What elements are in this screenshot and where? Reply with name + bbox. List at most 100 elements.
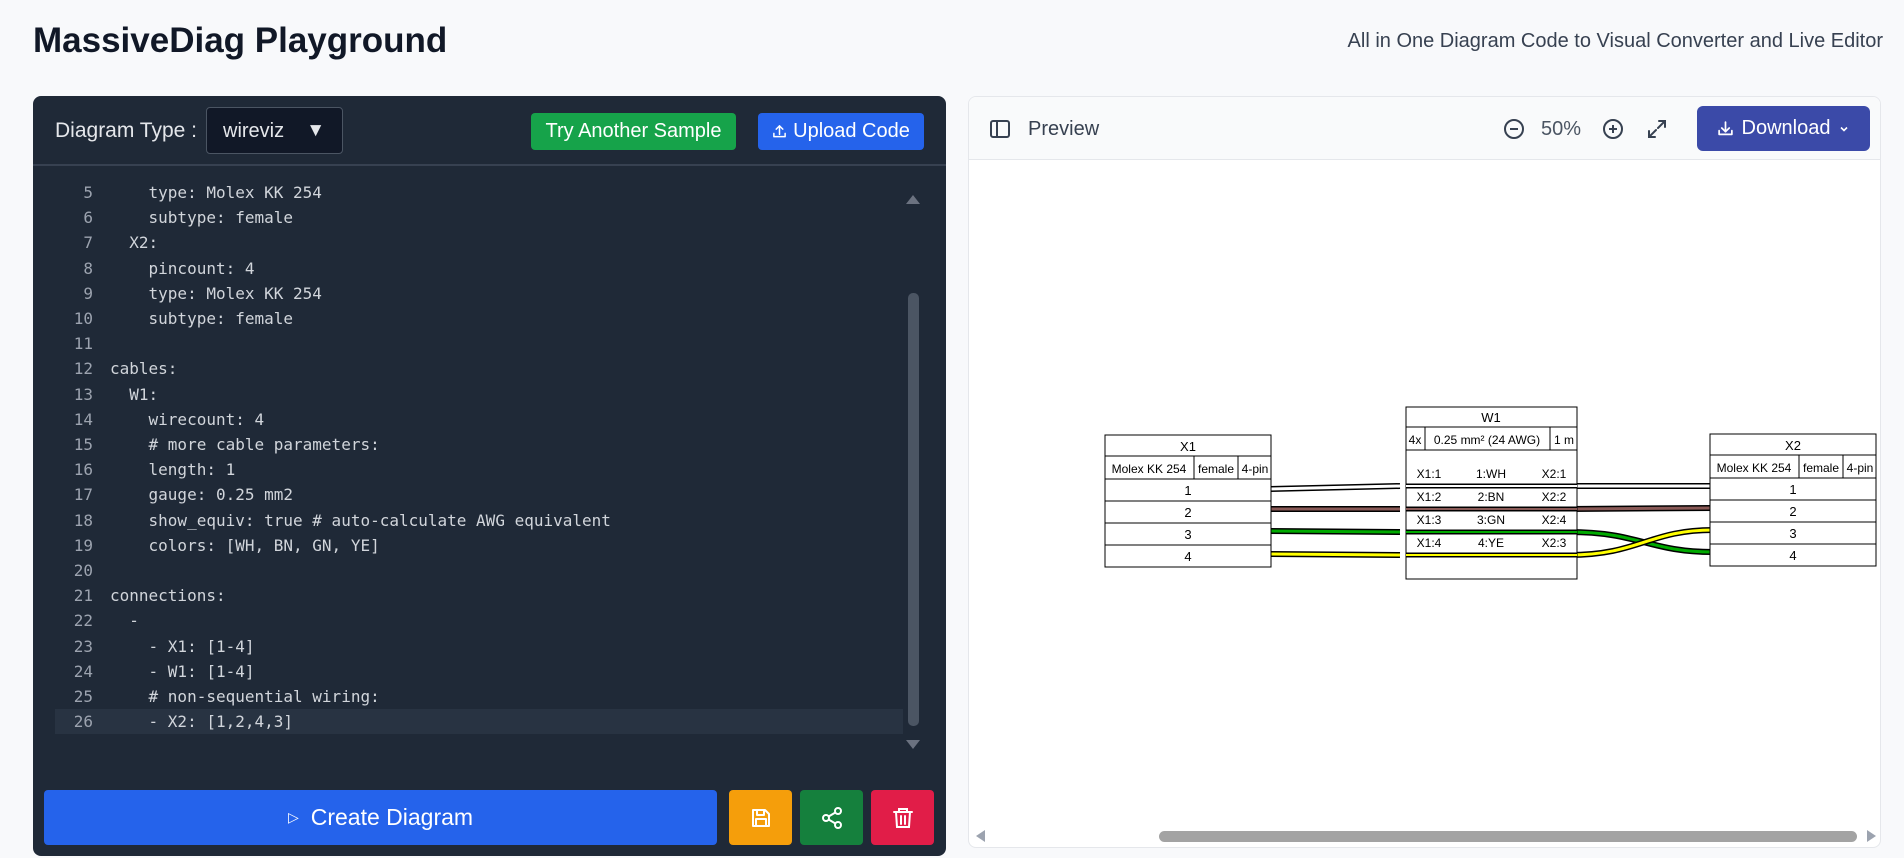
code-line: 17 gauge: 0.25 mm2: [55, 482, 903, 507]
w1-length: 1 m: [1554, 433, 1574, 447]
w1-name: W1: [1481, 410, 1501, 425]
zoom-out-icon[interactable]: [1502, 117, 1526, 141]
zoom-level: 50%: [1541, 118, 1582, 140]
save-button[interactable]: [729, 790, 792, 845]
w1-wire-1-to: X2:1: [1542, 467, 1567, 481]
code-text: # more cable parameters:: [110, 435, 380, 454]
code-editor[interactable]: 5 type: Molex KK 254 6 subtype: female 7 X…: [55, 178, 925, 755]
line-number: 21: [73, 586, 93, 605]
chevron-down-icon: [1840, 126, 1849, 132]
download-button[interactable]: Download: [1697, 106, 1870, 151]
code-text: gauge: 0.25 mm2: [110, 485, 294, 504]
code-text: pincount: 4: [110, 259, 255, 278]
connector-x1: [1104, 434, 1272, 568]
code-line: 13 W1:: [55, 382, 903, 407]
share-icon: [821, 806, 842, 829]
upload-code-label: Upload Code: [793, 120, 910, 142]
line-number: 24: [73, 662, 93, 681]
w1-wire-2-to: X2:2: [1542, 490, 1567, 504]
w1-wire-1-color: 1:WH: [1476, 467, 1506, 481]
line-number: 15: [73, 435, 93, 454]
connector-x2: [1709, 433, 1877, 567]
code-line: 10 subtype: female: [55, 306, 903, 331]
download-label: Download: [1741, 117, 1831, 139]
sidebar-toggle-icon[interactable]: [988, 117, 1012, 141]
code-text: - X2: [1,2,4,3]: [110, 712, 294, 731]
line-number: 13: [73, 385, 93, 404]
code-line: 12 cables:: [55, 356, 903, 381]
code-line: 20: [55, 558, 903, 583]
code-text: W1:: [110, 385, 159, 404]
preview-label: Preview: [1028, 118, 1100, 140]
code-text: type: Molex KK 254: [110, 284, 322, 303]
x1-subtype: female: [1198, 462, 1234, 476]
code-text: subtype: female: [110, 208, 294, 227]
x1-pin-2: 2: [1184, 505, 1191, 520]
w1-wire-1-from: X1:1: [1417, 467, 1442, 481]
code-line: 5 type: Molex KK 254: [55, 180, 903, 205]
code-line: 11: [55, 331, 903, 356]
scroll-right-arrow-icon[interactable]: [1867, 830, 1876, 842]
editor-panel: Diagram Type : wireviz ▼ Try Another Sam…: [33, 96, 946, 856]
create-diagram-button[interactable]: ▷ Create Diagram: [44, 790, 717, 845]
wiring-diagram: X1 Molex KK 254 female 4-pin 1 2 3 4 W1 …: [1104, 406, 1877, 580]
code-text: - W1: [1-4]: [110, 662, 255, 681]
code-line: 8 pincount: 4: [55, 256, 903, 281]
line-number: 9: [83, 284, 93, 303]
line-number: 11: [73, 334, 93, 353]
code-line: 9 type: Molex KK 254: [55, 281, 903, 306]
code-text: # non-sequential wiring:: [110, 687, 380, 706]
line-number: 6: [83, 208, 93, 227]
x2-type: Molex KK 254: [1717, 461, 1792, 475]
code-text: X2:: [110, 233, 159, 252]
code-line: 7 X2:: [55, 230, 903, 255]
code-text: - X1: [1-4]: [110, 637, 255, 656]
line-number: 14: [73, 410, 93, 429]
code-text: type: Molex KK 254: [110, 183, 322, 202]
app-subtitle: All in One Diagram Code to Visual Conver…: [1347, 30, 1883, 52]
code-text: subtype: female: [110, 309, 294, 328]
w1-wire-4-to: X2:3: [1542, 536, 1567, 550]
w1-wire-2-color: 2:BN: [1478, 490, 1505, 504]
code-line: 6 subtype: female: [55, 205, 903, 230]
x2-subtype: female: [1803, 461, 1839, 475]
upload-code-button[interactable]: Upload Code: [758, 113, 924, 150]
preview-horizontal-scrollbar[interactable]: [1159, 831, 1857, 842]
line-number: 19: [73, 536, 93, 555]
line-number: 12: [73, 359, 93, 378]
x2-pin-2: 2: [1789, 504, 1796, 519]
code-line: 15 # more cable parameters:: [55, 432, 903, 457]
create-diagram-label: Create Diagram: [310, 804, 474, 830]
line-number: 10: [73, 309, 93, 328]
code-line: 26 - X2: [1,2,4,3]: [55, 709, 903, 734]
scroll-left-arrow-icon[interactable]: [976, 830, 985, 842]
line-number: 20: [73, 561, 93, 580]
line-number: 23: [73, 637, 93, 656]
diagram-type-select[interactable]: wireviz ▼: [206, 107, 343, 154]
w1-wire-3-from: X1:3: [1417, 513, 1442, 527]
try-another-sample-button[interactable]: Try Another Sample: [531, 113, 736, 150]
code-line: 23 - X1: [1-4]: [55, 634, 903, 659]
w1-wire-3-color: 3:GN: [1477, 513, 1505, 527]
expand-icon[interactable]: [1645, 117, 1669, 141]
editor-scrollbar[interactable]: [908, 293, 919, 726]
save-icon: [751, 808, 770, 827]
delete-button[interactable]: [871, 790, 934, 845]
code-line: 21 connections:: [55, 583, 903, 608]
share-button[interactable]: [800, 790, 863, 845]
zoom-in-icon[interactable]: [1601, 117, 1625, 141]
scroll-up-arrow-icon[interactable]: [906, 195, 920, 204]
code-line: 16 length: 1: [55, 457, 903, 482]
code-line: 25 # non-sequential wiring:: [55, 684, 903, 709]
x2-pin-3: 3: [1789, 526, 1796, 541]
line-number: 17: [73, 485, 93, 504]
code-text: length: 1: [110, 460, 236, 479]
scroll-down-arrow-icon[interactable]: [906, 740, 920, 749]
x1-pin-3: 3: [1184, 527, 1191, 542]
app-title: MassiveDiag Playground: [33, 21, 448, 60]
line-number: 16: [73, 460, 93, 479]
code-text: connections:: [110, 586, 226, 605]
x1-pincount: 4-pin: [1242, 462, 1269, 476]
x2-pin-1: 1: [1789, 482, 1796, 497]
diagram-type-value: wireviz: [223, 120, 285, 142]
